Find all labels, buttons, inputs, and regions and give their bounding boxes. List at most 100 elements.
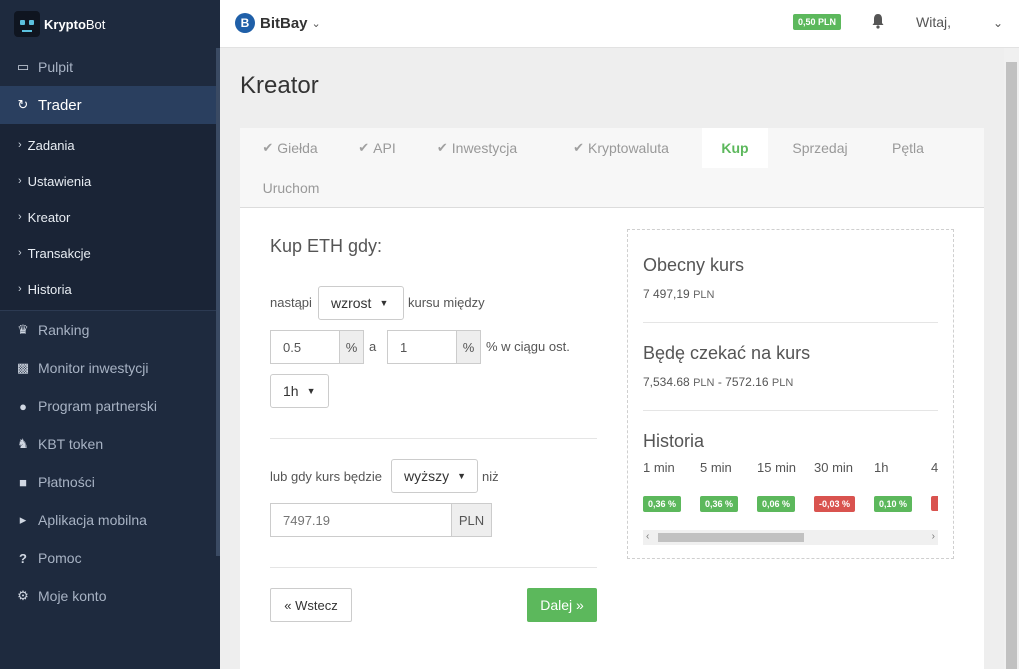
period-select[interactable]: 1h ▼: [270, 374, 329, 408]
balance-badge[interactable]: 0,50 PLN: [793, 14, 842, 30]
percent-addon: %: [457, 330, 481, 364]
back-button[interactable]: « Wstecz: [270, 588, 352, 622]
users-icon: ●: [19, 398, 27, 414]
bell-icon[interactable]: [871, 13, 885, 29]
history-period: 4: [931, 460, 938, 475]
sidebar-subitem-label: Transakcje: [27, 245, 91, 261]
period-value: 1h: [283, 383, 299, 399]
page-scrollbar[interactable]: [1004, 48, 1019, 669]
tab-api[interactable]: ✔ API: [340, 128, 414, 168]
question-icon: ?: [19, 550, 27, 566]
sidebar-scrollbar[interactable]: [216, 48, 220, 556]
sidebar-item-mobile-app[interactable]: ▸ Aplikacja mobilna: [0, 501, 220, 539]
sidebar-item-label: Monitor inwestycji: [38, 360, 149, 376]
sidebar-item-partner[interactable]: ● Program partnerski: [0, 387, 220, 425]
chevron-left-icon[interactable]: ‹: [646, 531, 649, 542]
wizard-tabs: ✔ Giełda ✔ API ✔ Inwestycja ✔ Kryptowaluta K…: [240, 128, 984, 208]
target-price-input[interactable]: [270, 503, 452, 537]
sidebar-item-trader[interactable]: ↻ Trader: [0, 86, 220, 124]
sidebar-item-kbt-token[interactable]: ♞ KBT token: [0, 425, 220, 463]
chevron-right-icon: ›: [18, 211, 22, 223]
percent-addon: %: [340, 330, 364, 364]
change-badge: 0,36 %: [643, 496, 682, 512]
next-button[interactable]: Dalej »: [527, 588, 597, 622]
tab-inwestycja[interactable]: ✔ Inwestycja: [414, 128, 540, 168]
tab-sprzedaj[interactable]: Sprzedaj: [774, 128, 866, 168]
wizard-card: ✔ Giełda ✔ API ✔ Inwestycja ✔ Kryptowaluta K…: [240, 128, 984, 669]
sidebar-item-platnosci[interactable]: ■ Płatności: [0, 463, 220, 501]
happens-label: nastąpi: [270, 295, 312, 310]
history-scrollbar[interactable]: ‹ ›: [643, 530, 938, 545]
tab-kup[interactable]: Kup: [702, 128, 768, 168]
sidebar-item-monitor[interactable]: ▩ Monitor inwestycji: [0, 349, 220, 387]
brand-logo[interactable]: KryptoBot: [0, 0, 220, 48]
crown-icon: ♞: [17, 436, 29, 451]
change-badge: 0,36 %: [700, 496, 739, 512]
tab-label: API: [373, 140, 396, 156]
robot-logo-icon: [14, 11, 40, 37]
trader-submenu: › Zadania › Ustawienia › Kreator › Transakcj…: [0, 124, 220, 311]
chevron-right-icon[interactable]: ›: [932, 531, 935, 542]
history-period: 30 min: [814, 460, 854, 475]
bitbay-logo-icon: B: [235, 13, 255, 33]
tab-label: Sprzedaj: [792, 140, 848, 156]
change-badge: [931, 496, 938, 511]
sidebar-subitem-historia[interactable]: › Historia: [0, 271, 220, 307]
chevron-right-icon: ›: [18, 175, 22, 187]
sidebar-subitem-ustawienia[interactable]: › Ustawienia: [0, 163, 220, 199]
min-percent-input[interactable]: 0.5: [270, 330, 340, 364]
tab-label: Pętla: [892, 140, 924, 156]
divider: [270, 567, 597, 568]
wait-rate-title: Będę czekać na kurs: [643, 343, 811, 363]
history-period: 1 min: [643, 460, 675, 475]
megaphone-icon: ▸: [19, 512, 27, 527]
caret-down-icon: ▼: [379, 298, 389, 308]
scrollbar-thumb[interactable]: [658, 533, 804, 542]
monitor-icon: ▭: [16, 59, 30, 74]
check-icon: ✔: [436, 140, 448, 155]
check-icon: ✔: [262, 140, 274, 155]
direction-value: wzrost: [331, 295, 372, 311]
sidebar-item-pulpit[interactable]: ▭ Pulpit: [0, 48, 220, 86]
chevron-down-icon[interactable]: ⌄: [993, 16, 1003, 30]
caret-down-icon: ▼: [306, 386, 316, 396]
trophy-icon: ♛: [17, 322, 29, 337]
sidebar-subitem-zadania[interactable]: › Zadania: [0, 127, 220, 163]
tab-petla[interactable]: Pętla: [866, 128, 950, 168]
history-period: 15 min: [757, 460, 797, 475]
sidebar-item-label: Ranking: [38, 322, 90, 338]
tab-label: Kup: [721, 140, 749, 156]
comparison-select[interactable]: wyższy ▼: [391, 459, 478, 493]
scrollbar-thumb[interactable]: [1006, 62, 1017, 669]
tab-gielda[interactable]: ✔ Giełda: [240, 128, 340, 168]
history-item: 15 min 0,06 %: [757, 460, 807, 512]
sidebar-item-moje-konto[interactable]: ⚙ Moje konto: [0, 577, 220, 615]
sidebar-subitem-transakcje[interactable]: › Transakcje: [0, 235, 220, 271]
sidebar-subitem-label: Ustawienia: [27, 173, 92, 189]
sidebar: KryptoBot ▭ Pulpit ↻ Trader › Zadania › Us…: [0, 0, 220, 669]
sidebar-subitem-kreator[interactable]: › Kreator: [0, 199, 220, 235]
change-badge: 0,06 %: [757, 496, 796, 512]
caret-down-icon: ▼: [457, 471, 467, 481]
history-item: 1 min 0,36 %: [643, 460, 693, 512]
history-item: 5 min 0,36 %: [700, 460, 750, 512]
sidebar-subitem-label: Kreator: [27, 209, 71, 225]
sidebar-item-label: Trader: [38, 96, 82, 114]
tab-uruchom[interactable]: Uruchom: [240, 168, 342, 208]
max-percent-input[interactable]: 1: [387, 330, 457, 364]
sidebar-subitem-label: Historia: [27, 281, 72, 297]
sidebar-item-ranking[interactable]: ♛ Ranking: [0, 311, 220, 349]
history-strip: 1 min 0,36 % 5 min 0,36 % 15 min 0,06 % 30 …: [643, 460, 938, 545]
exchange-selector[interactable]: B BitBay ⌄: [235, 13, 321, 33]
and-label: a: [369, 339, 377, 354]
user-greeting[interactable]: Witaj,: [916, 14, 951, 30]
tab-label: Inwestycja: [451, 140, 518, 156]
direction-select[interactable]: wzrost ▼: [318, 286, 404, 320]
history-item: 1h 0,10 %: [874, 460, 924, 512]
sidebar-item-pomoc[interactable]: ? Pomoc: [0, 539, 220, 577]
tab-kryptowaluta[interactable]: ✔ Kryptowaluta: [540, 128, 702, 168]
history-item: 4: [931, 460, 938, 516]
current-rate-value: 7 497,19 PLN: [643, 287, 715, 301]
wait-rate-range: 7,534.68 PLN - 7572.16 PLN: [643, 375, 794, 389]
history-period: 1h: [874, 460, 889, 475]
